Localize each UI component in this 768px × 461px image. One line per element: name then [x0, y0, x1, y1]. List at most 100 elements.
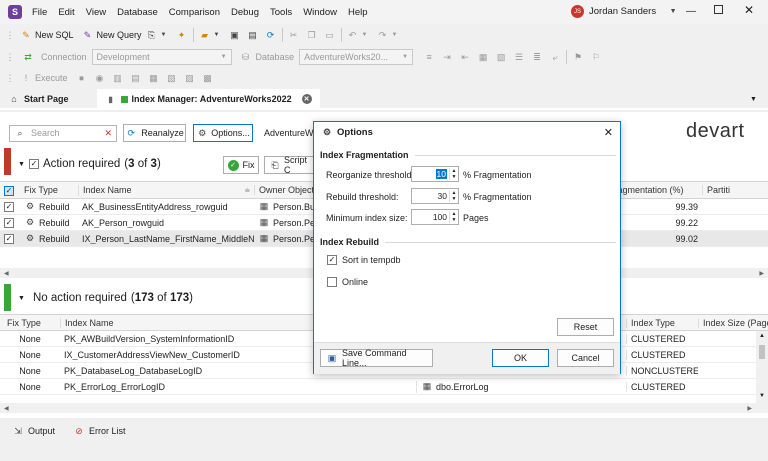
no-action-hscrollbar[interactable]: ◀ ▶ [0, 403, 768, 413]
menu-view[interactable]: View [86, 7, 106, 18]
row-checkbox[interactable]: ✓ [4, 218, 14, 228]
bookmark-icon[interactable]: ⚑ [572, 51, 584, 63]
new-object-icon[interactable]: ✦ [176, 29, 188, 41]
options-button[interactable]: ⚙ Options... [193, 124, 253, 142]
script-changes-button[interactable]: ⎗ Script C [264, 155, 314, 175]
reanalyze-button[interactable]: ⟳ Reanalyze [123, 124, 186, 142]
execute-button[interactable]: Execute [35, 73, 68, 83]
scroll-up-icon[interactable]: ▲ [759, 333, 765, 339]
scroll-left-icon[interactable]: ◀ [4, 405, 9, 412]
minimize-button[interactable]: — [686, 6, 696, 17]
profile-icon[interactable]: ▤ [130, 72, 142, 84]
collapse-icon[interactable]: ▼ [18, 295, 25, 302]
online-option[interactable]: Online [327, 277, 368, 287]
rebuild-threshold-stepper[interactable]: 30 ▲ ▼ [411, 188, 459, 204]
menu-window[interactable]: Window [303, 7, 337, 18]
wrap-icon[interactable]: ⤶ [549, 51, 561, 63]
output-tab[interactable]: ⇲ Output [12, 425, 55, 437]
menu-edit[interactable]: Edit [58, 7, 74, 18]
dropdown-icon[interactable]: ▼ [389, 29, 401, 41]
open-folder-icon[interactable]: ▰ [199, 29, 211, 41]
close-window-button[interactable]: ✕ [744, 3, 754, 17]
sort-in-tempdb-checkbox[interactable]: ✓ [327, 255, 337, 265]
text-icon[interactable]: ▩ [202, 72, 214, 84]
tab-list-dropdown-icon[interactable]: ▼ [750, 96, 757, 103]
stop-icon[interactable]: ⏹ [76, 72, 88, 84]
scroll-right-icon[interactable]: ▶ [759, 270, 764, 277]
paste-icon[interactable]: ▭ [324, 29, 336, 41]
scroll-down-icon[interactable]: ▼ [759, 393, 765, 399]
bookmark-next-icon[interactable]: ⚐ [590, 51, 602, 63]
new-document-icon[interactable]: ⎘ [146, 29, 158, 41]
new-query-button[interactable]: ✎ New Query [78, 26, 146, 44]
close-tab-icon[interactable]: ✕ [301, 94, 312, 104]
row-checkbox[interactable]: ✓ [4, 234, 14, 244]
collapse-icon[interactable]: ▼ [18, 161, 25, 168]
save-all-icon[interactable]: ▤ [247, 29, 259, 41]
menu-debug[interactable]: Debug [231, 7, 259, 18]
menu-file[interactable]: File [32, 7, 47, 18]
undo-icon[interactable]: ↶ [347, 29, 359, 41]
menu-tools[interactable]: Tools [270, 7, 292, 18]
clear-search-icon[interactable]: ✕ [104, 128, 112, 139]
tab-start-page[interactable]: ⌂ Start Page [0, 89, 77, 109]
stepper-arrows-icon[interactable]: ▲ ▼ [449, 168, 458, 180]
database-filter[interactable]: AdventureW [264, 128, 314, 138]
online-checkbox[interactable] [327, 277, 337, 287]
header-checkbox[interactable]: ✓ [4, 185, 14, 196]
column-partition[interactable]: Partiti [702, 185, 762, 195]
format-icon[interactable]: ≡ [423, 51, 435, 63]
min-size-stepper[interactable]: 100 ▲ ▼ [411, 209, 459, 225]
dropdown-icon[interactable]: ▼ [211, 29, 223, 41]
outdent-icon[interactable]: ⇤ [459, 51, 471, 63]
scroll-left-icon[interactable]: ◀ [4, 270, 9, 277]
new-sql-button[interactable]: ✎ New SQL [16, 26, 78, 44]
indent-icon[interactable]: ⇥ [441, 51, 453, 63]
tab-index-manager[interactable]: ▮ Index Manager: AdventureWorks2022 ✕ [96, 89, 320, 109]
comment-icon[interactable]: ▦ [477, 51, 489, 63]
user-account[interactable]: JS Jordan Sanders ▼ [571, 5, 679, 18]
list-icon[interactable]: ☰ [513, 51, 525, 63]
refresh-icon[interactable]: ⟳ [265, 29, 277, 41]
debug-icon[interactable]: ◉ [94, 72, 106, 84]
database-combo[interactable]: AdventureWorks20... ▼ [299, 49, 414, 65]
results-icon[interactable]: ▨ [184, 72, 196, 84]
maximize-button[interactable] [714, 5, 723, 14]
menu-help[interactable]: Help [348, 7, 368, 18]
column-fix-type[interactable]: Fix Type [20, 185, 78, 195]
cancel-button[interactable]: Cancel [557, 349, 614, 367]
align-icon[interactable]: ≣ [531, 51, 543, 63]
row-checkbox[interactable]: ✓ [4, 202, 14, 212]
column-index-size[interactable]: Index Size (Page [698, 317, 768, 328]
dropdown-icon[interactable]: ▼ [158, 29, 170, 41]
parse-icon[interactable]: ▧ [166, 72, 178, 84]
cut-icon[interactable]: ✂ [288, 29, 300, 41]
table-row[interactable]: None PK_ErrorLog_ErrorLogID ▦ dbo.ErrorLo… [0, 379, 756, 395]
uncomment-icon[interactable]: ▧ [495, 51, 507, 63]
column-fix-type[interactable]: Fix Type [0, 318, 60, 328]
close-dialog-icon[interactable]: ✕ [604, 126, 613, 139]
sort-in-tempdb-option[interactable]: ✓ Sort in tempdb [327, 255, 401, 265]
filter-icon[interactable]: ⩧ [245, 185, 250, 196]
menu-comparison[interactable]: Comparison [169, 7, 220, 18]
save-icon[interactable]: ▣ [229, 29, 241, 41]
scroll-right-icon[interactable]: ▶ [747, 405, 752, 412]
no-action-vscrollbar[interactable]: ▲ ▼ [756, 331, 768, 403]
column-index-type[interactable]: Index Type [626, 317, 698, 328]
connection-combo[interactable]: Development ▼ [91, 49, 232, 65]
column-index-name[interactable]: Index Name ⩧ [78, 184, 254, 196]
plan-icon[interactable]: ▥ [112, 72, 124, 84]
ok-button[interactable]: OK [492, 349, 549, 367]
reset-button[interactable]: Reset [557, 318, 614, 336]
stepper-arrows-icon[interactable]: ▲ ▼ [449, 211, 458, 223]
stepper-arrows-icon[interactable]: ▲ ▼ [449, 190, 458, 202]
search-input[interactable]: ⌕ Search ✕ [9, 124, 117, 142]
reorganize-threshold-stepper[interactable]: 10 ▲ ▼ [411, 166, 459, 182]
scroll-thumb[interactable] [759, 345, 765, 359]
chart-icon[interactable]: ▦ [148, 72, 160, 84]
copy-icon[interactable]: ❐ [306, 29, 318, 41]
dropdown-icon[interactable]: ▼ [359, 29, 371, 41]
redo-icon[interactable]: ↷ [377, 29, 389, 41]
save-command-line-button[interactable]: ▣ Save Command Line... [320, 348, 433, 368]
error-list-tab[interactable]: ⊘ Error List [73, 425, 125, 437]
